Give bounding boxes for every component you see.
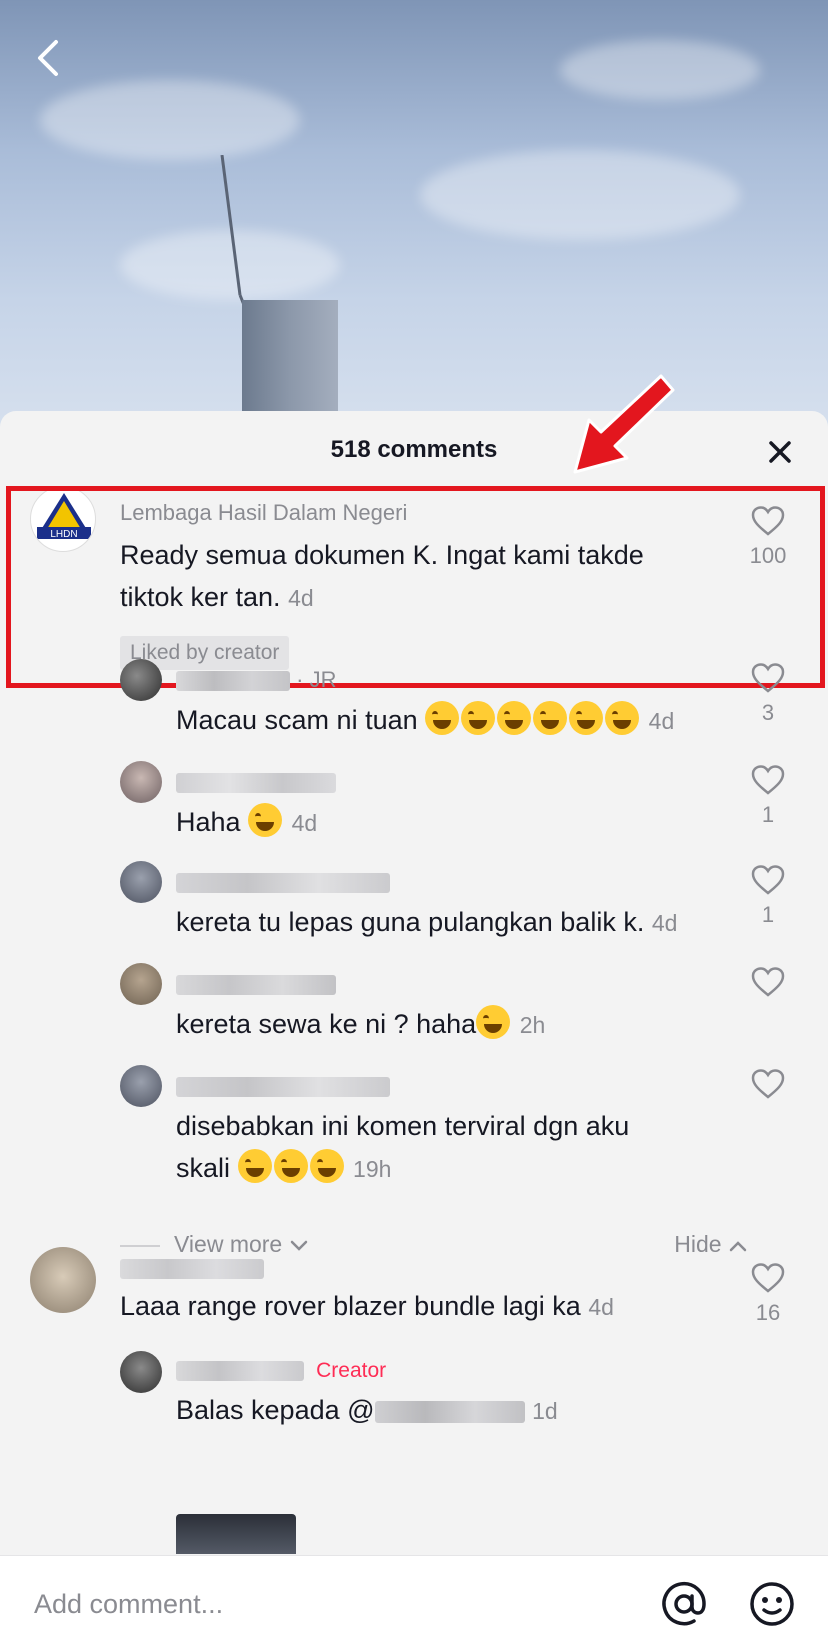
like-count: 3	[761, 700, 775, 725]
like-button[interactable]: 1	[738, 765, 798, 828]
reply-time: 19h	[353, 1156, 392, 1182]
reply-username[interactable]	[176, 971, 336, 997]
reply-username[interactable]	[176, 769, 336, 795]
avatar[interactable]	[120, 861, 162, 903]
grinning-emoji-icon	[248, 803, 283, 837]
laughing-tears-emoji-icon	[605, 701, 640, 735]
laughing-tears-emoji-icon	[309, 1149, 344, 1183]
reply-item: kereta sewa ke ni ? haha 2h	[0, 963, 828, 1063]
creator-reply-item: Creator Balas kepada @ 1d	[0, 1351, 828, 1511]
reply-time: 2h	[519, 1012, 546, 1038]
reply-item: Haha 4d 1	[0, 761, 828, 861]
reply-text: kereta sewa ke ni ? haha 2h	[176, 1003, 545, 1046]
crane-silhouette	[220, 155, 246, 305]
reply-item: disebabkan ini komen terviral dgn aku sk…	[0, 1065, 828, 1215]
reply-username[interactable]	[176, 869, 390, 895]
heart-icon	[751, 506, 785, 536]
red-arrow-annotation	[573, 374, 675, 474]
reply-time: 4d	[291, 810, 318, 836]
heart-icon	[751, 865, 785, 895]
laughing-tears-emoji-icon	[569, 701, 604, 735]
redacted-name	[176, 1077, 390, 1098]
redacted-name	[176, 975, 336, 996]
reply-text: kereta tu lepas guna pulangkan balik k. …	[176, 907, 678, 937]
reply-username[interactable]: Creator	[176, 1357, 386, 1383]
laughing-tears-emoji-icon	[425, 701, 460, 735]
svg-text:LHDN: LHDN	[50, 529, 77, 540]
like-count: 16	[755, 1300, 781, 1325]
comment-input-bar	[0, 1555, 828, 1651]
reply-time: 4d	[651, 910, 678, 936]
video-reply-thumbnail[interactable]	[176, 1514, 296, 1554]
reply-username[interactable]	[176, 1073, 390, 1099]
avatar[interactable]	[30, 1247, 96, 1313]
sweat-smile-emoji-icon	[476, 1005, 511, 1039]
comment-item: Laaa range rover blazer bundle lagi ka 4…	[0, 1247, 828, 1357]
reply-text: Macau scam ni tuan 4d	[176, 699, 674, 742]
like-count: 100	[749, 543, 787, 568]
heart-icon	[751, 1263, 785, 1293]
lhdn-logo-icon: LHDN	[37, 493, 91, 540]
reply-item: · JR Macau scam ni tuan 4d 3	[0, 659, 828, 759]
redacted-name	[120, 1259, 264, 1280]
reply-time: 1d	[532, 1398, 558, 1424]
comment-count-title: 518 comments	[330, 436, 498, 463]
reply-text: disebabkan ini komen terviral dgn aku sk…	[176, 1111, 630, 1183]
reply-text: Balas kepada @ 1d	[176, 1395, 558, 1425]
heart-icon	[751, 765, 785, 795]
redacted-name	[176, 671, 290, 692]
like-count: 1	[761, 802, 775, 827]
avatar[interactable]	[120, 1065, 162, 1107]
like-button[interactable]: 3	[738, 663, 798, 726]
reply-item: kereta tu lepas guna pulangkan balik k. …	[0, 861, 828, 961]
creator-tag: Creator	[316, 1359, 387, 1382]
redacted-name	[176, 1361, 304, 1382]
like-button[interactable]	[738, 1069, 798, 1104]
comment-lhdn: LHDN Lembaga Hasil Dalam Negeri Ready se…	[0, 486, 828, 686]
add-comment-input[interactable]	[34, 1584, 594, 1624]
reply-username[interactable]: · JR	[176, 667, 336, 693]
like-count: 1	[761, 902, 775, 927]
comment-text: Laaa range rover blazer bundle lagi ka 4…	[120, 1291, 614, 1321]
avatar[interactable]: LHDN	[30, 486, 96, 552]
like-button[interactable]: 100	[738, 506, 798, 569]
at-sign-icon[interactable]	[660, 1580, 708, 1628]
laughing-tears-emoji-icon	[237, 1149, 272, 1183]
redacted-mention	[374, 1400, 525, 1423]
heart-icon	[751, 967, 785, 997]
redacted-name	[176, 773, 336, 794]
reply-text: Haha 4d	[176, 801, 317, 844]
redacted-name	[176, 873, 390, 894]
comment-time: 4d	[288, 585, 314, 611]
back-chevron-icon[interactable]	[30, 38, 70, 78]
comment-username[interactable]	[120, 1255, 264, 1281]
reply-tag: · JR	[296, 667, 337, 692]
sheet-header: 518 comments	[0, 411, 828, 491]
laughing-tears-emoji-icon	[497, 701, 532, 735]
avatar[interactable]	[120, 1351, 162, 1393]
laughing-tears-emoji-icon	[461, 701, 496, 735]
reply-time: 4d	[648, 708, 675, 734]
avatar[interactable]	[120, 761, 162, 803]
avatar[interactable]	[120, 963, 162, 1005]
comment-username[interactable]: Lembaga Hasil Dalam Negeri	[120, 500, 407, 526]
comments-sheet: 518 comments LHDN Lembaga Hasil Dalam Ne…	[0, 411, 828, 1651]
avatar[interactable]	[120, 659, 162, 701]
close-icon[interactable]	[766, 438, 794, 466]
emoji-face-icon[interactable]	[748, 1580, 796, 1628]
video-background	[0, 0, 828, 430]
like-button[interactable]: 1	[738, 865, 798, 928]
laughing-tears-emoji-icon	[533, 701, 568, 735]
like-button[interactable]	[738, 967, 798, 1002]
comment-time: 4d	[588, 1294, 614, 1320]
comment-body: Ready semua dokumen K. Ingat kami takde …	[120, 540, 644, 612]
comment-text: Ready semua dokumen K. Ingat kami takde …	[120, 534, 700, 619]
like-button[interactable]: 16	[738, 1263, 798, 1326]
heart-icon	[751, 663, 785, 693]
heart-icon	[751, 1069, 785, 1099]
laughing-tears-emoji-icon	[273, 1149, 308, 1183]
